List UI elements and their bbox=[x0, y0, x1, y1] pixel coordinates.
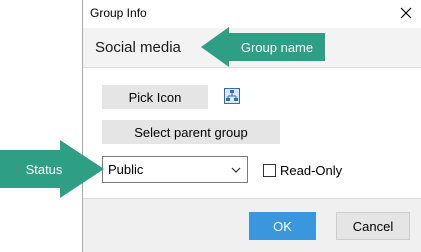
status-dropdown[interactable]: Public bbox=[102, 156, 248, 183]
dialog-content: Pick Icon Select parent group Public Rea… bbox=[83, 68, 421, 198]
pick-icon-button[interactable]: Pick Icon bbox=[102, 85, 208, 109]
status-selected-value: Public bbox=[108, 162, 144, 177]
title-bar: Group Info bbox=[83, 0, 421, 28]
readonly-label: Read-Only bbox=[280, 163, 343, 178]
readonly-checkbox-group[interactable]: Read-Only bbox=[263, 163, 342, 178]
dialog-footer: OK Cancel bbox=[83, 198, 421, 252]
group-name-callout-text: Group name bbox=[240, 39, 314, 55]
select-parent-group-button[interactable]: Select parent group bbox=[102, 120, 280, 144]
ok-button[interactable]: OK bbox=[249, 212, 316, 240]
group-name-label: Social media bbox=[95, 39, 181, 56]
dialog-title: Group Info bbox=[90, 6, 147, 20]
status-callout: Status bbox=[0, 140, 104, 198]
network-icon bbox=[224, 88, 240, 104]
group-name-callout: Group name bbox=[201, 27, 325, 67]
close-button[interactable] bbox=[396, 3, 416, 23]
readonly-checkbox[interactable] bbox=[263, 164, 276, 177]
close-icon bbox=[400, 7, 412, 19]
status-callout-text: Status bbox=[25, 161, 63, 177]
cancel-button[interactable]: Cancel bbox=[336, 212, 410, 240]
chevron-down-icon bbox=[231, 167, 241, 173]
